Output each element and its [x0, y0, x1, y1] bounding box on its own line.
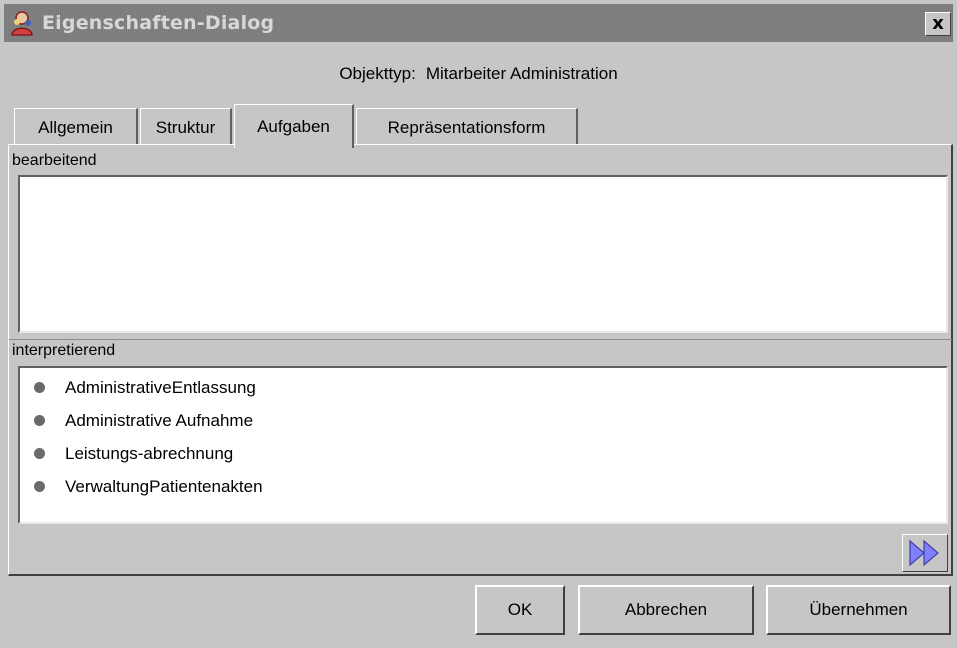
cancel-label: Abbrechen	[624, 600, 708, 619]
window-title: Eigenschaften-Dialog	[42, 12, 275, 34]
divider	[9, 339, 952, 340]
tab-label: Repräsentationsform	[387, 117, 546, 137]
bullet-icon	[34, 481, 45, 492]
bearbeitend-list[interactable]	[18, 175, 948, 333]
apply-button[interactable]: Übernehmen	[766, 585, 951, 635]
double-arrow-right-icon	[909, 539, 939, 567]
tab-label: Struktur	[155, 117, 216, 137]
apply-label: Übernehmen	[809, 600, 908, 619]
list-item-label: Administrative Aufnahme	[65, 410, 254, 430]
cancel-button[interactable]: Abbrechen	[578, 585, 754, 635]
interpretierend-label: interpretierend	[12, 342, 116, 359]
bullet-icon	[34, 415, 45, 426]
bearbeitend-label: bearbeitend	[12, 152, 97, 169]
list-item[interactable]: Administrative Aufnahme	[20, 404, 946, 437]
object-type-line: Objekttyp: Mitarbeiter Administration	[0, 64, 957, 84]
ok-label: OK	[507, 600, 533, 619]
bullet-icon	[34, 382, 45, 393]
object-type-label: Objekttyp:	[339, 64, 416, 83]
properties-dialog: Eigenschaften-Dialog x Objekttyp: Mitarbe…	[0, 0, 957, 648]
tab-aufgaben[interactable]: Aufgaben	[234, 104, 354, 148]
ok-button[interactable]: OK	[475, 585, 565, 635]
tab-struktur[interactable]: Struktur	[140, 108, 232, 146]
tab-label: Aufgaben	[257, 116, 330, 136]
interpretierend-list[interactable]: AdministrativeEntlassung Administrative …	[18, 366, 948, 524]
list-item-label: Leistungs-abrechnung	[65, 443, 234, 463]
tab-repraesentationsform[interactable]: Repräsentationsform	[356, 108, 578, 146]
move-forward-button[interactable]	[902, 534, 948, 572]
tab-allgemein[interactable]: Allgemein	[14, 108, 138, 146]
tab-label: Allgemein	[38, 117, 113, 137]
list-item-label: AdministrativeEntlassung	[65, 377, 256, 397]
list-item[interactable]: VerwaltungPatientenakten	[20, 470, 946, 503]
app-icon	[8, 9, 36, 37]
list-item[interactable]: AdministrativeEntlassung	[20, 371, 946, 404]
bullet-icon	[34, 448, 45, 459]
object-type-value: Mitarbeiter Administration	[425, 64, 618, 83]
list-item-label: VerwaltungPatientenakten	[65, 476, 263, 496]
title-bar[interactable]: Eigenschaften-Dialog x	[4, 4, 953, 42]
list-item[interactable]: Leistungs-abrechnung	[20, 437, 946, 470]
close-icon: x	[932, 13, 944, 34]
close-button[interactable]: x	[925, 12, 951, 36]
